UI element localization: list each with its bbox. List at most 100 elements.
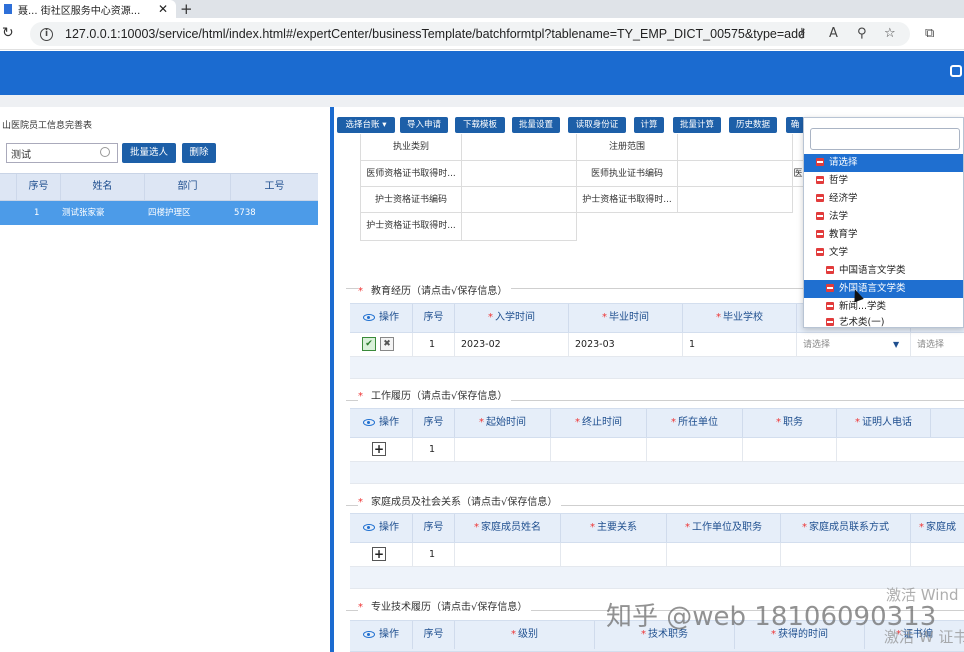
- dropdown-option[interactable]: 艺术类(一): [804, 314, 963, 328]
- cert-value[interactable]: [677, 186, 793, 213]
- search-icon[interactable]: [100, 147, 110, 157]
- batch-select-button[interactable]: 批量选人: [122, 143, 176, 163]
- column-header: 序号: [16, 174, 60, 200]
- table-row: + 1: [350, 438, 964, 462]
- chevron-down-icon[interactable]: ▼: [893, 333, 899, 357]
- row-index: 1: [34, 208, 40, 218]
- column-header: * 职务: [742, 409, 836, 437]
- favorite-icon[interactable]: ☆: [884, 26, 896, 41]
- url-text: 127.0.0.1:10003/service/html/index.html#…: [65, 27, 805, 41]
- dropdown-option[interactable]: 外国语言文学类: [804, 280, 963, 298]
- column-label: 工作单位及职务: [692, 522, 762, 533]
- column-header: * 主要关系: [560, 514, 666, 542]
- read-aloud-icon[interactable]: A: [829, 26, 838, 41]
- dropdown-option[interactable]: 文学: [804, 244, 963, 262]
- tab-title: 聂... 街社区服务中心资源...: [18, 5, 141, 17]
- panel-splitter[interactable]: [330, 107, 334, 652]
- zoom-icon[interactable]: ⚲: [857, 26, 867, 41]
- expand-icon[interactable]: [816, 229, 824, 238]
- cell[interactable]: [910, 543, 964, 567]
- new-tab-button[interactable]: +: [180, 0, 193, 18]
- cell[interactable]: [560, 543, 666, 567]
- cell[interactable]: [780, 543, 910, 567]
- section-title-text: 教育经历（请点击√保存信息）: [371, 286, 508, 297]
- reload-icon[interactable]: ↻: [2, 25, 14, 41]
- eye-icon: [363, 418, 375, 426]
- dropdown-option[interactable]: 中国语言文学类: [804, 262, 963, 280]
- browser-tab[interactable]: 聂... 街社区服务中心资源... ✕: [0, 0, 176, 18]
- chat-icon[interactable]: [950, 65, 962, 77]
- select-value: 请选择: [803, 340, 831, 350]
- import-button[interactable]: 导入申请: [400, 117, 448, 133]
- eye-icon: [363, 523, 375, 531]
- op-header: 操作: [350, 514, 412, 542]
- cell[interactable]: [646, 438, 742, 462]
- read-id-card-button[interactable]: 读取身份证: [568, 117, 626, 133]
- download-template-button[interactable]: 下载模板: [455, 117, 505, 133]
- school-input[interactable]: 1: [682, 333, 796, 357]
- cert-value[interactable]: [677, 134, 793, 161]
- cert-value[interactable]: [461, 186, 577, 213]
- table-row-empty: [350, 462, 964, 484]
- cert-label: 护士资格证书取得时...: [576, 186, 678, 213]
- expand-icon[interactable]: [816, 175, 824, 184]
- close-tab-icon[interactable]: ✕: [158, 2, 168, 16]
- cert-value[interactable]: [461, 212, 577, 241]
- collapse-icon[interactable]: [816, 157, 824, 166]
- column-label: 级别: [518, 629, 538, 640]
- confirm-button[interactable]: 确: [786, 117, 804, 133]
- eye-icon: [363, 313, 375, 321]
- dropdown-search-input[interactable]: [810, 128, 960, 150]
- browser-tab-strip: 聂... 街社区服务中心资源... ✕ +: [0, 0, 964, 18]
- row-index: 1: [412, 543, 454, 567]
- column-header: * 终止时间: [550, 409, 646, 437]
- cell[interactable]: [454, 543, 560, 567]
- add-row-button[interactable]: +: [372, 547, 386, 561]
- cert-value[interactable]: [461, 134, 577, 161]
- table-row[interactable]: 1 测试张家豪 四楼护理区 5738: [0, 201, 318, 225]
- section-title-tech: * 专业技术履历（请点击√保存信息）: [358, 598, 532, 613]
- degree-select[interactable]: 请选择 ▼: [796, 333, 910, 357]
- section-title-family: * 家庭成员及社会关系（请点击√保存信息）: [358, 493, 562, 508]
- cell[interactable]: [836, 438, 930, 462]
- add-row-button[interactable]: +: [372, 442, 386, 456]
- cell[interactable]: [550, 438, 646, 462]
- collapse-icon[interactable]: [816, 247, 824, 256]
- expand-icon[interactable]: [826, 301, 834, 310]
- end-date-input[interactable]: 2023-03: [568, 333, 682, 357]
- category-dropdown: 请选择 哲学 经济学 法学 教育学 文学 中国语言文学类 外国语言文学类 新闻.…: [803, 117, 964, 328]
- batch-calculate-button[interactable]: 批量计算: [673, 117, 721, 133]
- delete-button[interactable]: 删除: [182, 143, 216, 163]
- browser-toolbar: ↻ i 127.0.0.1:10003/service/html/index.h…: [0, 18, 964, 50]
- info-icon[interactable]: i: [40, 27, 53, 41]
- cert-value[interactable]: [461, 160, 577, 187]
- column-header: * 毕业时间: [568, 304, 682, 332]
- dropdown-option[interactable]: 教育学: [804, 226, 963, 244]
- cell[interactable]: [742, 438, 836, 462]
- address-bar[interactable]: i 127.0.0.1:10003/service/html/index.htm…: [30, 22, 910, 46]
- major-select[interactable]: 请选择: [910, 333, 964, 357]
- select-ledger-button[interactable]: 选择台账 ▾: [337, 117, 395, 133]
- expand-icon[interactable]: [826, 317, 834, 326]
- column-label: 毕业时间: [609, 312, 649, 323]
- expand-icon[interactable]: [826, 283, 834, 292]
- dropdown-option[interactable]: 请选择: [804, 154, 963, 172]
- dropdown-option[interactable]: 经济学: [804, 190, 963, 208]
- save-row-icon[interactable]: ✔: [362, 337, 376, 351]
- expand-icon[interactable]: [816, 211, 824, 220]
- batch-settings-button[interactable]: 批量设置: [512, 117, 560, 133]
- key-icon[interactable]: ⚷: [797, 26, 807, 41]
- cert-value[interactable]: [677, 160, 793, 187]
- cell[interactable]: [454, 438, 550, 462]
- dropdown-option[interactable]: 哲学: [804, 172, 963, 190]
- expand-icon[interactable]: [816, 193, 824, 202]
- calculate-button[interactable]: 计算: [634, 117, 664, 133]
- cell[interactable]: [666, 543, 780, 567]
- collections-icon[interactable]: ⧉: [925, 26, 934, 41]
- history-button[interactable]: 历史数据: [729, 117, 777, 133]
- expand-icon[interactable]: [826, 265, 834, 274]
- op-label: 操作: [379, 522, 399, 533]
- start-date-input[interactable]: 2023-02: [454, 333, 568, 357]
- dropdown-option[interactable]: 法学: [804, 208, 963, 226]
- cancel-row-icon[interactable]: ✖: [380, 337, 394, 351]
